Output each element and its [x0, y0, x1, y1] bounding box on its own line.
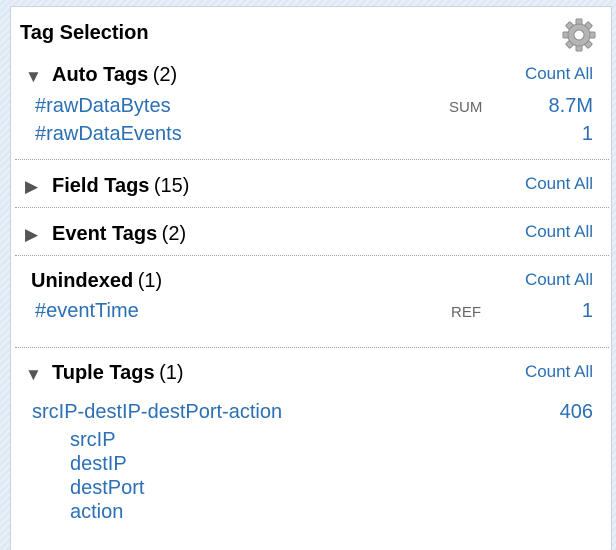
section-divider [15, 255, 609, 256]
section-name: Field Tags [52, 175, 150, 197]
section-count: (15) [153, 175, 190, 197]
count-all-button[interactable]: Count All [525, 174, 593, 194]
section-name: Tuple Tags [52, 362, 155, 384]
section-divider [15, 347, 609, 348]
tag-link[interactable]: #eventTime [35, 300, 139, 323]
section-count: (2) [152, 64, 178, 86]
section-header-unindexed: Unindexed (1) [31, 270, 162, 293]
tag-value: 1 [581, 123, 593, 145]
panel-title: Tag Selection [20, 22, 149, 44]
aggregate-label: SUM [449, 99, 483, 116]
gear-icon[interactable] [561, 17, 597, 53]
section-name: Event Tags [52, 223, 158, 245]
section-count: (1) [137, 270, 163, 292]
tag-link[interactable]: #rawDataBytes [35, 95, 171, 118]
aggregate-label: REF [451, 304, 481, 321]
triangle-down-icon[interactable]: ▼ [25, 365, 42, 385]
triangle-down-icon[interactable]: ▼ [25, 67, 42, 87]
tag-selection-panel: Tag Selection ▼ Auto Tags (2) Count All … [10, 6, 612, 550]
section-header-tuple-tags[interactable]: Tuple Tags (1) [52, 362, 184, 385]
section-divider [15, 159, 609, 160]
tuple-field-link[interactable]: action [70, 501, 123, 524]
tag-value: 8.7M [548, 95, 593, 117]
count-all-button[interactable]: Count All [525, 362, 593, 382]
tuple-field-link[interactable]: srcIP [70, 429, 116, 452]
section-header-field-tags[interactable]: Field Tags (15) [52, 175, 189, 198]
section-name: Auto Tags [52, 64, 149, 86]
triangle-right-icon[interactable]: ▶ [25, 225, 38, 245]
tag-link[interactable]: #rawDataEvents [35, 123, 182, 146]
triangle-right-icon[interactable]: ▶ [25, 177, 38, 197]
tuple-field-link[interactable]: destPort [70, 477, 144, 500]
tuple-tag-value: 406 [559, 401, 593, 423]
section-header-event-tags[interactable]: Event Tags (2) [52, 223, 186, 246]
tag-value: 1 [581, 300, 593, 322]
count-all-button[interactable]: Count All [525, 222, 593, 242]
section-count: (1) [159, 362, 184, 384]
count-all-button[interactable]: Count All [525, 270, 593, 290]
section-header-auto-tags[interactable]: Auto Tags (2) [52, 64, 177, 87]
section-divider [15, 207, 609, 208]
section-name: Unindexed [31, 270, 134, 292]
tuple-tag-link[interactable]: srcIP-destIP-destPort-action [32, 401, 282, 424]
tuple-field-link[interactable]: destIP [70, 453, 127, 476]
count-all-button[interactable]: Count All [525, 64, 593, 84]
section-count: (2) [161, 223, 187, 245]
